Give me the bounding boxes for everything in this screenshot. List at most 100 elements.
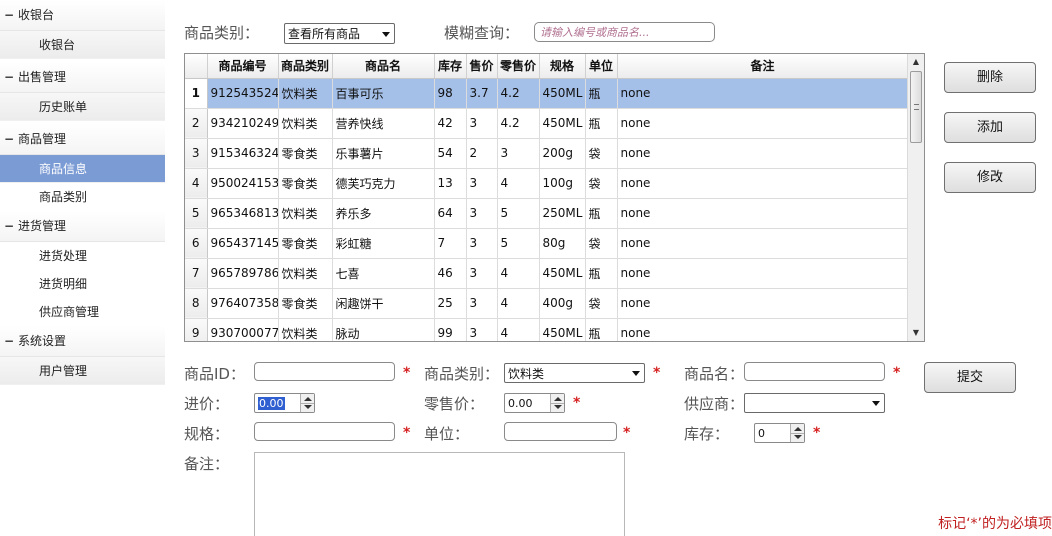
table-cell-retail[interactable]: 5 — [497, 228, 540, 259]
retail-price-stepper[interactable]: 0.00 — [504, 393, 565, 413]
table-cell-cat[interactable]: 饮料类 — [278, 198, 333, 229]
column-header[interactable]: 售价 — [466, 54, 498, 79]
table-cell-note[interactable]: none — [617, 78, 909, 109]
table-cell-stock[interactable]: 98 — [434, 78, 467, 109]
table-cell-stock[interactable]: 54 — [434, 138, 467, 169]
table-cell-retail[interactable]: 4 — [497, 318, 540, 341]
row-header[interactable]: 4 — [185, 168, 208, 199]
table-cell-id[interactable]: 912543524 — [207, 78, 279, 109]
column-header[interactable]: 备注 — [617, 54, 909, 79]
table-cell-unit[interactable]: 瓶 — [585, 78, 618, 109]
column-header[interactable]: 商品类别 — [278, 54, 333, 79]
table-cell-spec[interactable]: 450ML — [539, 318, 586, 341]
column-header[interactable]: 零售价 — [497, 54, 540, 79]
table-cell-id[interactable]: 976407358 — [207, 288, 279, 319]
row-header[interactable]: 8 — [185, 288, 208, 319]
row-header[interactable]: 7 — [185, 258, 208, 289]
table-cell-cat[interactable]: 饮料类 — [278, 108, 333, 139]
row-header[interactable]: 1 — [185, 78, 208, 109]
table-cell-stock[interactable]: 64 — [434, 198, 467, 229]
table-row[interactable]: 3 915346324 零食类 乐事薯片 54 2 3 200g 袋 none — [185, 138, 909, 169]
table-cell-unit[interactable]: 袋 — [585, 168, 618, 199]
table-cell-stock[interactable]: 42 — [434, 108, 467, 139]
sidebar-item-history[interactable]: 历史账单 — [0, 93, 165, 121]
goods-id-input[interactable] — [254, 362, 395, 381]
sidebar-item-goods-category[interactable]: 商品类别 — [0, 183, 165, 211]
table-cell-name[interactable]: 德芙巧克力 — [332, 168, 435, 199]
nav-group-sales[interactable]: − 出售管理 — [0, 62, 165, 93]
column-header[interactable]: 规格 — [539, 54, 586, 79]
table-cell-id[interactable]: 950024153 — [207, 168, 279, 199]
sidebar-item-purchase-process[interactable]: 进货处理 — [0, 242, 165, 270]
table-cell-name[interactable]: 七喜 — [332, 258, 435, 289]
table-cell-name[interactable]: 养乐多 — [332, 198, 435, 229]
table-cell-note[interactable]: none — [617, 198, 909, 229]
table-cell-stock[interactable]: 46 — [434, 258, 467, 289]
stepper-buttons[interactable] — [550, 394, 564, 412]
edit-button[interactable]: 修改 — [944, 162, 1036, 193]
spec-input[interactable] — [254, 422, 395, 441]
table-cell-retail[interactable]: 4 — [497, 168, 540, 199]
table-cell-price[interactable]: 3 — [466, 228, 498, 259]
table-cell-cat[interactable]: 饮料类 — [278, 318, 333, 341]
table-cell-retail[interactable]: 4.2 — [497, 78, 540, 109]
nav-group-settings[interactable]: − 系统设置 — [0, 326, 165, 357]
table-cell-note[interactable]: none — [617, 138, 909, 169]
table-cell-price[interactable]: 3 — [466, 258, 498, 289]
table-cell-retail[interactable]: 3 — [497, 138, 540, 169]
table-scrollbar[interactable]: ▲ ▼ — [907, 54, 924, 341]
table-cell-retail[interactable]: 4.2 — [497, 108, 540, 139]
table-cell-retail[interactable]: 4 — [497, 258, 540, 289]
sidebar-item-checkout[interactable]: 收银台 — [0, 31, 165, 59]
table-cell-note[interactable]: none — [617, 228, 909, 259]
sidebar-item-goods-info[interactable]: 商品信息 — [0, 155, 165, 183]
table-row[interactable]: 4 950024153 零食类 德芙巧克力 13 3 4 100g 袋 none — [185, 168, 909, 199]
stepper-buttons[interactable] — [790, 424, 804, 442]
table-cell-note[interactable]: none — [617, 288, 909, 319]
table-cell-price[interactable]: 3 — [466, 108, 498, 139]
table-row[interactable]: 7 965789786 饮料类 七喜 46 3 4 450ML 瓶 none — [185, 258, 909, 289]
table-row[interactable]: 6 965437145 零食类 彩虹糖 7 3 5 80g 袋 none — [185, 228, 909, 259]
table-cell-spec[interactable]: 400g — [539, 288, 586, 319]
add-button[interactable]: 添加 — [944, 112, 1036, 143]
table-cell-id[interactable]: 915346324 — [207, 138, 279, 169]
table-cell-price[interactable]: 3 — [466, 318, 498, 341]
unit-input[interactable] — [504, 422, 617, 441]
stepper-buttons[interactable] — [300, 394, 314, 412]
row-header[interactable]: 5 — [185, 198, 208, 229]
table-cell-spec[interactable]: 250ML — [539, 198, 586, 229]
column-header[interactable]: 商品名 — [332, 54, 435, 79]
scroll-up-icon[interactable]: ▲ — [908, 54, 924, 70]
table-cell-id[interactable]: 965789786 — [207, 258, 279, 289]
note-textarea[interactable] — [254, 452, 625, 536]
row-header[interactable]: 2 — [185, 108, 208, 139]
row-header[interactable]: 6 — [185, 228, 208, 259]
table-cell-unit[interactable]: 瓶 — [585, 258, 618, 289]
stock-stepper[interactable]: 0 — [754, 423, 805, 443]
table-row[interactable]: 9 930700077 饮料类 脉动 99 3 4 450ML 瓶 none — [185, 318, 909, 341]
table-cell-price[interactable]: 3 — [466, 168, 498, 199]
scroll-thumb[interactable] — [910, 71, 922, 143]
table-cell-note[interactable]: none — [617, 168, 909, 199]
table-cell-spec[interactable]: 450ML — [539, 258, 586, 289]
table-cell-retail[interactable]: 5 — [497, 198, 540, 229]
cost-price-stepper[interactable]: 0.00 — [254, 393, 315, 413]
row-header[interactable]: 9 — [185, 318, 208, 341]
table-cell-name[interactable]: 脉动 — [332, 318, 435, 341]
table-cell-spec[interactable]: 450ML — [539, 108, 586, 139]
row-header[interactable]: 3 — [185, 138, 208, 169]
table-cell-stock[interactable]: 13 — [434, 168, 467, 199]
scroll-down-icon[interactable]: ▼ — [908, 325, 924, 341]
table-cell-unit[interactable]: 袋 — [585, 228, 618, 259]
sidebar-item-supplier[interactable]: 供应商管理 — [0, 298, 165, 326]
table-cell-id[interactable]: 934210249 — [207, 108, 279, 139]
table-cell-spec[interactable]: 450ML — [539, 78, 586, 109]
table-row[interactable]: 1 912543524 饮料类 百事可乐 98 3.7 4.2 450ML 瓶 none — [185, 78, 909, 109]
goods-name-input[interactable] — [744, 362, 885, 381]
table-cell-spec[interactable]: 100g — [539, 168, 586, 199]
table-cell-unit[interactable]: 瓶 — [585, 198, 618, 229]
table-cell-cat[interactable]: 零食类 — [278, 138, 333, 169]
column-header[interactable]: 单位 — [585, 54, 618, 79]
table-cell-cat[interactable]: 零食类 — [278, 228, 333, 259]
submit-button[interactable]: 提交 — [924, 362, 1016, 393]
